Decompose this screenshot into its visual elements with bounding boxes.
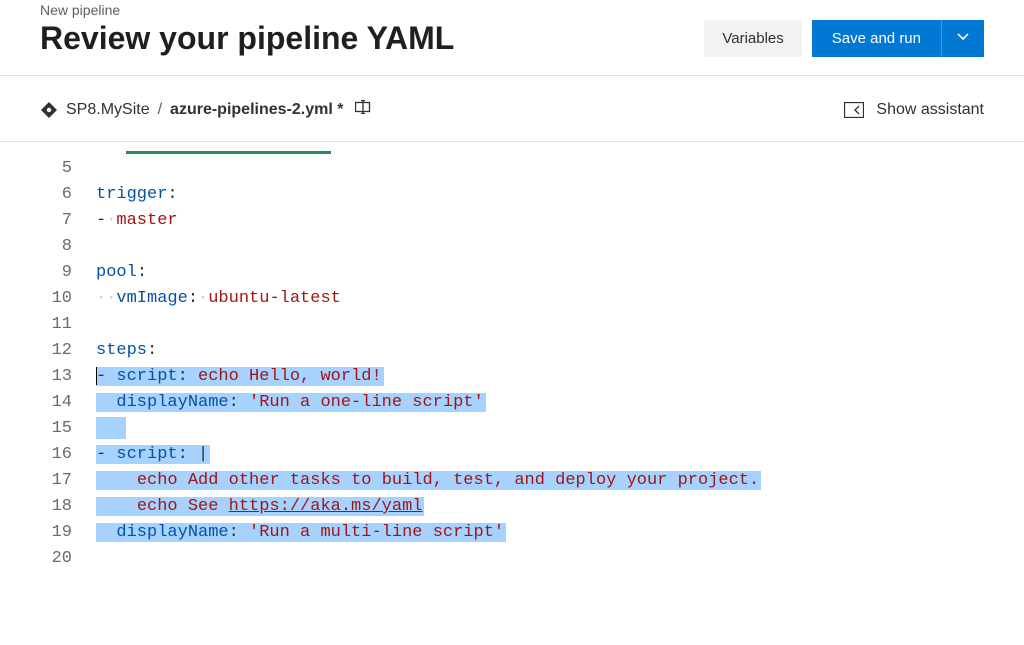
page-title: Review your pipeline YAML: [40, 20, 454, 57]
variables-button[interactable]: Variables: [704, 20, 801, 57]
marker-underline: [126, 150, 331, 154]
line-number: 5: [0, 156, 96, 182]
line-number: 16: [0, 442, 96, 468]
filename[interactable]: azure-pipelines-2.yml *: [170, 101, 343, 119]
line-number: 20: [0, 546, 96, 572]
code-line[interactable]: [96, 416, 126, 442]
repo-name[interactable]: SP8.MySite: [66, 101, 150, 119]
line-number: 10: [0, 286, 96, 312]
code-line[interactable]: -·master: [96, 208, 178, 234]
code-line[interactable]: -·script:·|: [96, 442, 210, 468]
save-and-run-button[interactable]: Save and run: [812, 20, 941, 57]
line-number: 17: [0, 468, 96, 494]
code-line[interactable]: ····echo·See·https://aka.ms/yaml: [96, 494, 424, 520]
show-assistant-button[interactable]: Show assistant: [844, 101, 984, 119]
code-line[interactable]: ····echo·Add·other·tasks·to·build,·test,…: [96, 468, 761, 494]
code-line[interactable]: steps:: [96, 338, 157, 364]
code-line[interactable]: -·script:·echo·Hello,·world!: [96, 364, 384, 390]
chevron-down-icon: [956, 30, 970, 47]
line-number: 15: [0, 416, 96, 442]
line-number: 19: [0, 520, 96, 546]
breadcrumb[interactable]: New pipeline: [40, 0, 984, 20]
line-number: 7: [0, 208, 96, 234]
code-line[interactable]: pool:: [96, 260, 147, 286]
panel-icon: [844, 102, 864, 118]
repo-icon: [40, 101, 58, 119]
code-line[interactable]: ··displayName:·'Run·a·one-line·script': [96, 390, 486, 416]
line-number: 13: [0, 364, 96, 390]
code-line[interactable]: trigger:: [96, 182, 178, 208]
line-number: 6: [0, 182, 96, 208]
file-path: SP8.MySite / azure-pipelines-2.yml *: [40, 100, 373, 119]
code-editor[interactable]: 56trigger:7-·master89pool:10··vmImage:·u…: [0, 142, 1024, 572]
line-number: 9: [0, 260, 96, 286]
line-number: 8: [0, 234, 96, 260]
line-number: 14: [0, 390, 96, 416]
path-separator: /: [158, 101, 162, 119]
line-number: 18: [0, 494, 96, 520]
save-and-run-caret-button[interactable]: [941, 20, 984, 57]
rename-icon[interactable]: [355, 100, 373, 119]
show-assistant-label: Show assistant: [876, 101, 984, 119]
line-number: 12: [0, 338, 96, 364]
code-line[interactable]: ··vmImage:·ubuntu-latest: [96, 286, 341, 312]
code-line[interactable]: ··displayName:·'Run·a·multi-line·script': [96, 520, 506, 546]
line-number: 11: [0, 312, 96, 338]
